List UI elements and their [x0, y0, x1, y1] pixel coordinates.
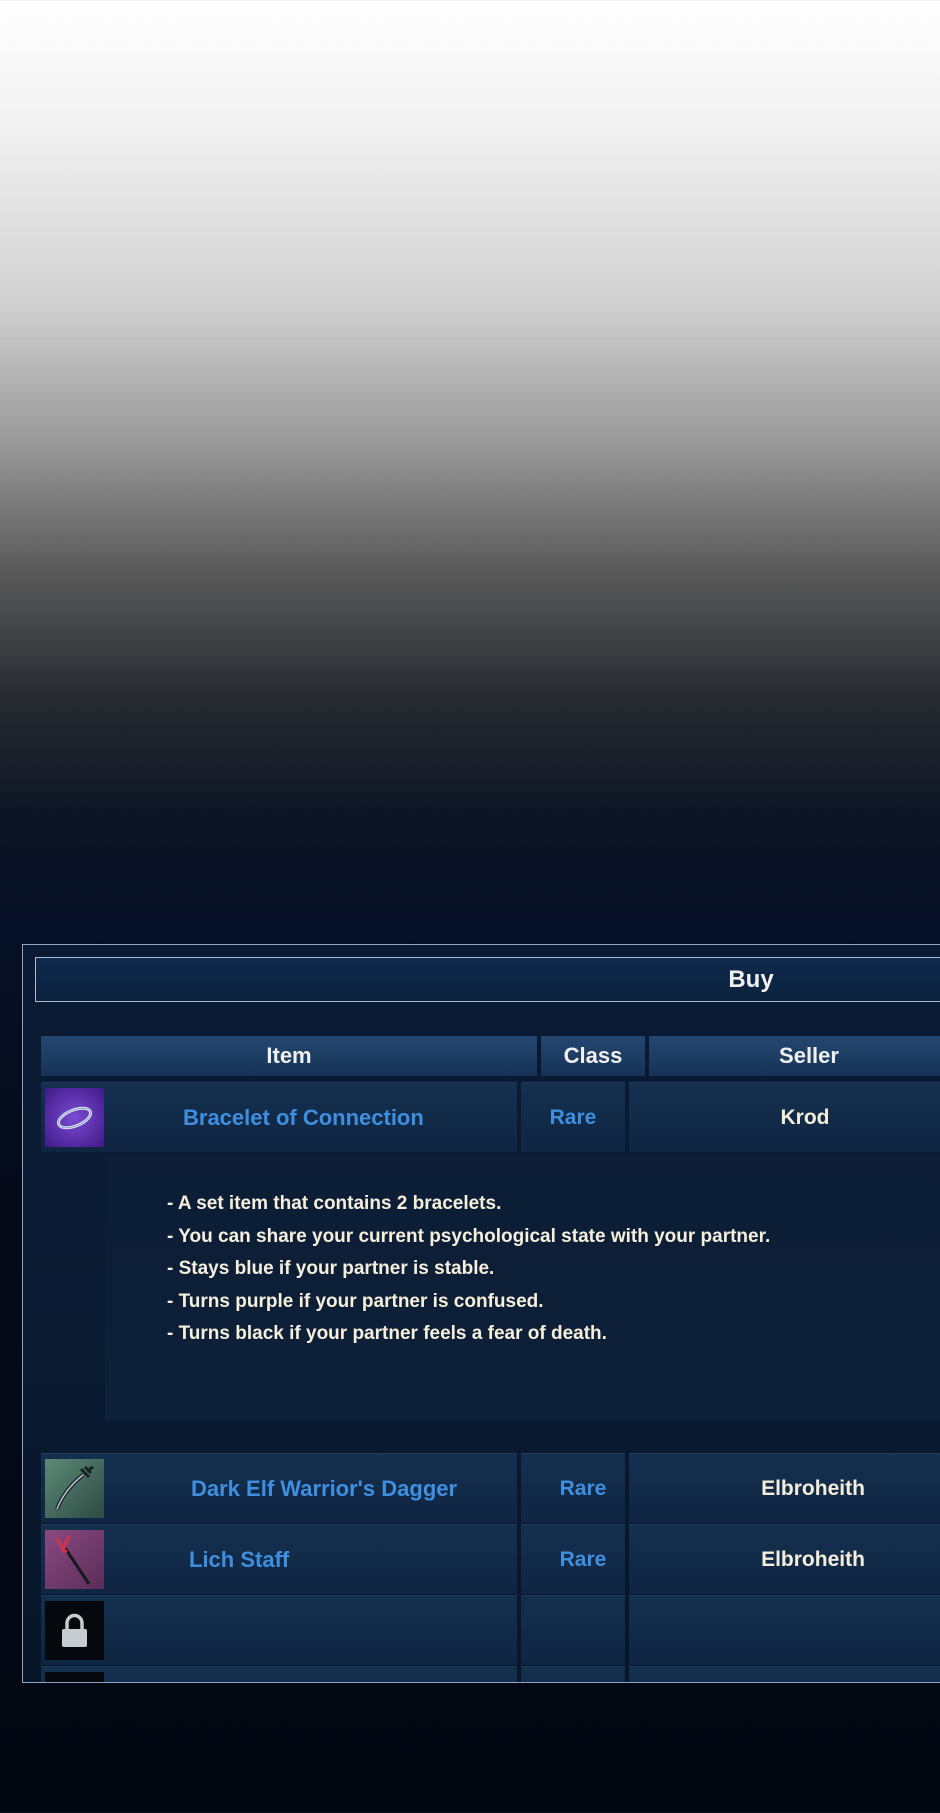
lock-icon	[45, 1672, 104, 1682]
column-header-item[interactable]: Item	[41, 1036, 537, 1077]
description-line: - A set item that contains 2 bracelets.	[167, 1193, 502, 1214]
seller-cell: Elbroheith	[629, 1524, 940, 1594]
item-seller: Elbroheith	[761, 1548, 865, 1571]
item-seller: Elbroheith	[761, 1477, 865, 1500]
class-cell: Rare	[521, 1524, 625, 1594]
item-class: Rare	[559, 1548, 607, 1571]
item-description-panel: - A set item that contains 2 bracelets. …	[105, 1154, 940, 1421]
column-header-seller[interactable]: Seller	[649, 1036, 940, 1077]
description-line: - Turns purple if your partner is confus…	[167, 1290, 544, 1312]
shop-panel: Buy Item Class Seller Bracelet of Connec…	[22, 944, 940, 1683]
dagger-icon	[45, 1459, 104, 1518]
item-cell	[41, 1595, 517, 1665]
class-cell: Rare	[521, 1082, 625, 1152]
title-bar: Buy	[35, 957, 940, 1002]
class-cell	[521, 1595, 625, 1665]
seller-cell: Elbroheith	[629, 1453, 940, 1523]
item-class: Rare	[549, 1106, 597, 1129]
staff-icon	[45, 1530, 104, 1589]
lock-icon	[45, 1601, 104, 1660]
table-row	[41, 1595, 940, 1665]
column-header-class[interactable]: Class	[541, 1036, 645, 1077]
item-cell: Bracelet of Connection	[41, 1082, 517, 1152]
item-class: Rare	[559, 1477, 607, 1500]
description-line: - Stays blue if your partner is stable.	[167, 1258, 495, 1279]
item-cell: Lich Staff	[41, 1524, 517, 1594]
item-name[interactable]: Bracelet of Connection	[183, 1083, 424, 1152]
description-line: - You can share your current psychologic…	[167, 1225, 771, 1247]
table-row	[41, 1666, 940, 1682]
table-row[interactable]: Bracelet of Connection Rare Krod	[41, 1082, 940, 1152]
item-name[interactable]: Dark Elf Warrior's Dagger	[191, 1454, 457, 1523]
class-cell	[521, 1666, 625, 1682]
description-line: - Turns black if your partner feels a fe…	[167, 1323, 607, 1344]
panel-title: Buy	[728, 966, 774, 993]
class-cell: Rare	[521, 1453, 625, 1523]
table-row[interactable]: Dark Elf Warrior's Dagger Rare Elbroheit…	[41, 1453, 940, 1523]
seller-cell	[629, 1595, 940, 1665]
seller-cell	[629, 1666, 940, 1682]
bracelet-icon	[45, 1088, 104, 1147]
item-name[interactable]: Lich Staff	[189, 1525, 289, 1594]
item-cell	[41, 1666, 517, 1682]
table-row[interactable]: Lich Staff Rare Elbroheith	[41, 1524, 940, 1594]
item-seller: Krod	[780, 1106, 830, 1129]
seller-cell: Krod	[629, 1082, 940, 1152]
item-cell: Dark Elf Warrior's Dagger	[41, 1453, 517, 1523]
